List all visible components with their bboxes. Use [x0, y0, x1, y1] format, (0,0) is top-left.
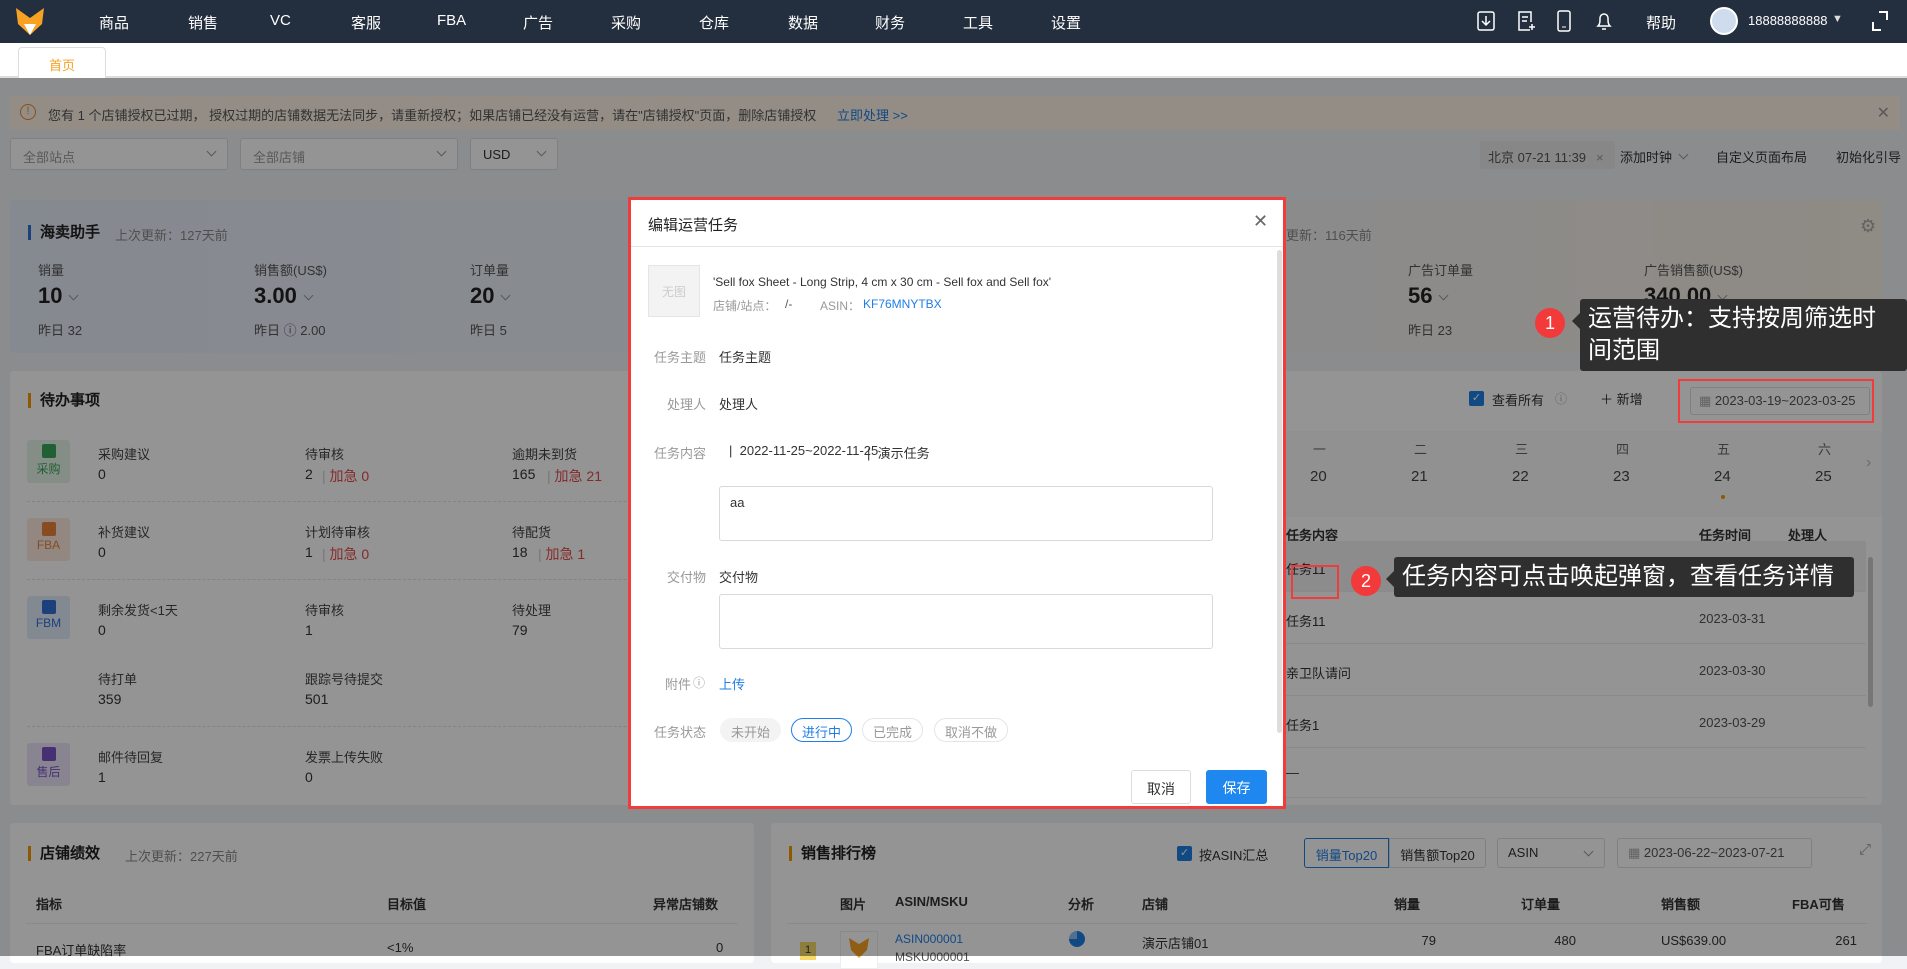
shop-site-label: 店铺/站点： [713, 299, 777, 313]
nav-item[interactable]: 工具 [963, 12, 993, 33]
user-name[interactable]: 18888888888 [1748, 13, 1828, 28]
avatar[interactable] [1710, 7, 1738, 35]
product-image-placeholder: 无图 [648, 265, 700, 317]
assignee-label: 处理人 [666, 397, 706, 412]
close-icon[interactable]: ✕ [1253, 211, 1268, 232]
nav-item[interactable]: 设置 [1051, 12, 1081, 33]
nav-item[interactable]: FBA [437, 12, 466, 29]
content-textarea[interactable]: aa [719, 486, 1213, 541]
step-badge-1: 1 [1535, 308, 1565, 338]
nav-item[interactable]: VC [270, 12, 291, 29]
content-name-value: 演示任务 [877, 446, 930, 461]
status-cancelled[interactable]: 取消不做 [934, 718, 1009, 742]
modal-scrollbar[interactable] [1277, 250, 1282, 733]
content-name: | 演示任务 [867, 446, 930, 461]
nav-item[interactable]: 商品 [99, 12, 129, 33]
attachment-label: 附件 [664, 677, 691, 692]
tooltip-1: 运营待办：支持按周筛选时间范围 [1572, 299, 1907, 371]
help-icon: ⓘ [693, 676, 706, 690]
tooltip-2: 任务内容可点击唤起弹窗，查看任务详情 [1386, 557, 1854, 597]
highlight-task-content [1291, 565, 1339, 599]
deliverable-value[interactable]: 交付物 [719, 567, 758, 586]
shop-site-value: /- [785, 297, 793, 311]
nav-item[interactable]: 财务 [875, 12, 905, 33]
mobile-icon[interactable] [1556, 10, 1572, 32]
cancel-button[interactable]: 取消 [1131, 770, 1191, 804]
help-link[interactable]: 帮助 [1646, 12, 1676, 33]
assignee-value[interactable]: 处理人 [719, 394, 758, 413]
asin-label: ASIN： [820, 299, 861, 313]
status-in-progress[interactable]: 进行中 [791, 718, 853, 742]
highlight-date-range [1678, 379, 1874, 423]
save-button[interactable]: 保存 [1206, 770, 1267, 804]
upload-link[interactable]: 上传 [719, 674, 745, 693]
divider [631, 246, 1283, 247]
nav-item[interactable]: 采购 [611, 12, 641, 33]
tab-home[interactable]: 首页 [18, 47, 106, 78]
deliverable-textarea[interactable] [719, 594, 1213, 649]
bell-icon[interactable] [1595, 10, 1613, 32]
content-date-value: 2022-11-25~2022-11-25 [739, 443, 879, 458]
status-not-started[interactable]: 未开始 [720, 718, 782, 742]
step-badge-2: 2 [1351, 566, 1381, 596]
nav-item[interactable]: 广告 [523, 12, 553, 33]
nav-item[interactable]: 数据 [788, 12, 818, 33]
nav-item[interactable]: 仓库 [699, 12, 729, 33]
deliverable-label: 交付物 [666, 570, 706, 585]
download-icon[interactable] [1476, 10, 1496, 32]
status-label: 任务状态 [653, 725, 706, 740]
subject-label: 任务主题 [653, 350, 706, 365]
modal-title: 编辑运营任务 [648, 217, 739, 234]
status-completed[interactable]: 已完成 [862, 718, 924, 742]
subject-value[interactable]: 任务主题 [719, 347, 771, 366]
asin-link[interactable]: KF76MNYTBX [863, 297, 942, 311]
document-add-icon[interactable] [1516, 10, 1536, 32]
fullscreen-icon[interactable] [1870, 10, 1890, 32]
user-dropdown-icon[interactable]: ▼ [1832, 13, 1843, 25]
product-title: 'Sell fox Sheet - Long Strip, 4 cm x 30 … [713, 275, 1052, 289]
logo-fox-icon[interactable] [14, 6, 46, 36]
tab-bar: 首页 [0, 43, 1907, 78]
edit-task-modal: 编辑运营任务 ✕ 无图 'Sell fox Sheet - Long Strip… [628, 197, 1286, 809]
nav-item[interactable]: 客服 [351, 12, 381, 33]
content-label: 任务内容 [653, 446, 706, 461]
content-date: | 2022-11-25~2022-11-25 [729, 443, 879, 458]
nav-item[interactable]: 销售 [188, 12, 218, 33]
